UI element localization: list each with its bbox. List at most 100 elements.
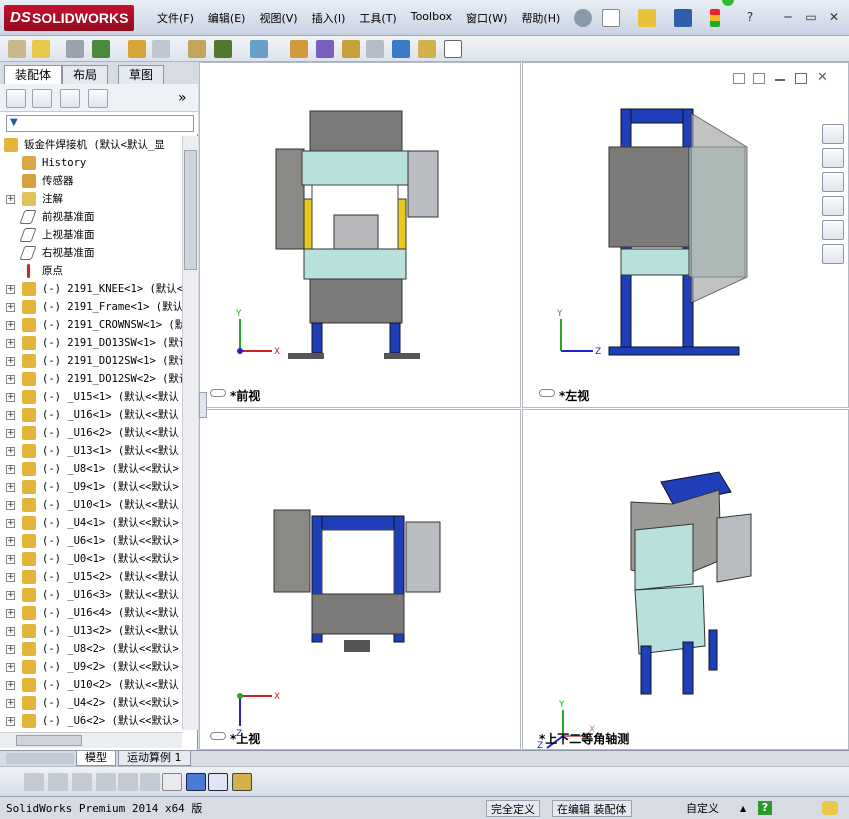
tab-model[interactable]: 模型 — [76, 751, 116, 766]
expand-toggle-icon[interactable]: + — [6, 663, 15, 672]
tree-item[interactable]: + (-) _U15<2> (默认<<默认 — [0, 568, 182, 586]
tree-item[interactable]: + (-) _U6<2> (默认<<默认> — [0, 712, 182, 730]
open-folder-icon[interactable] — [638, 9, 656, 27]
expand-toggle-icon[interactable]: + — [6, 573, 15, 582]
tree-item[interactable]: + (-) 2191_DO13SW<1> (默认 — [0, 334, 182, 352]
hidden-lines-icon[interactable] — [48, 773, 68, 791]
expand-toggle-icon[interactable]: + — [6, 519, 15, 528]
expand-toggle-icon[interactable]: + — [6, 681, 15, 690]
tree-item[interactable]: 传感器 — [0, 172, 182, 190]
expand-toggle-icon[interactable]: + — [6, 447, 15, 456]
expand-toggle-icon[interactable]: + — [6, 465, 15, 474]
explode-line-icon[interactable] — [366, 40, 384, 58]
help-icon[interactable]: ? — [742, 10, 758, 24]
tree-item[interactable]: + (-) _U13<1> (默认<<默认 — [0, 442, 182, 460]
speedpak-icon[interactable] — [418, 40, 436, 58]
tree-item[interactable]: + (-) _U10<2> (默认<<默认 — [0, 676, 182, 694]
restore-button[interactable]: ▭ — [803, 10, 819, 24]
menu-file[interactable]: 文件(F) — [150, 8, 201, 28]
new-document-icon[interactable] — [602, 9, 620, 27]
tree-item[interactable]: + (-) _U10<1> (默认<<默认 — [0, 496, 182, 514]
wireframe-icon[interactable] — [24, 773, 44, 791]
new-motion-study-icon[interactable] — [290, 40, 308, 58]
view-palette-icon[interactable] — [822, 196, 844, 216]
tree-item[interactable]: + (-) 2191_Frame<1> (默认 — [0, 298, 182, 316]
quick-tips-icon[interactable]: ? — [758, 801, 772, 815]
tree-item[interactable]: + (-) _U6<1> (默认<<默认> — [0, 532, 182, 550]
menu-view[interactable]: 视图(V) — [252, 8, 304, 28]
minimize-button[interactable]: ─ — [780, 10, 796, 24]
axis-chart-icon[interactable] — [162, 773, 182, 791]
tab-assembly[interactable]: 装配体 — [4, 65, 63, 84]
tree-item[interactable]: 右视基准面 — [0, 244, 182, 262]
link-view-icon[interactable] — [539, 389, 555, 397]
tree-item[interactable]: + (-) _U16<2> (默认<<默认 — [0, 424, 182, 442]
tab-scroll-arrows[interactable] — [6, 753, 74, 764]
tree-item[interactable]: + (-) _U8<1> (默认<<默认> — [0, 460, 182, 478]
expand-toggle-icon[interactable]: + — [6, 285, 15, 294]
expand-toggle-icon[interactable]: + — [6, 411, 15, 420]
tree-item[interactable]: History — [0, 154, 182, 172]
solidworks-logo[interactable]: DS SOLIDWORKS — [4, 5, 134, 31]
assembly-component-icon[interactable] — [8, 40, 26, 58]
propertymanager-icon[interactable] — [32, 89, 52, 108]
expand-toggle-icon[interactable]: + — [6, 375, 15, 384]
design-library-icon[interactable] — [822, 148, 844, 168]
tree-item[interactable]: + (-) _U4<2> (默认<<默认> — [0, 694, 182, 712]
custom-properties-icon[interactable] — [822, 244, 844, 264]
expand-toggle-icon[interactable]: + — [6, 429, 15, 438]
expand-toggle-icon[interactable]: + — [6, 195, 15, 204]
expand-toggle-icon[interactable]: + — [6, 303, 15, 312]
expand-toggle-icon[interactable]: + — [6, 393, 15, 402]
tree-item[interactable]: 前视基准面 — [0, 208, 182, 226]
assembly-features-icon[interactable] — [214, 40, 232, 58]
rebuild-status-icon[interactable] — [822, 801, 838, 815]
expand-toggle-icon[interactable]: + — [6, 321, 15, 330]
tree-item[interactable]: + (-) _U16<3> (默认<<默认 — [0, 586, 182, 604]
smart-fastener-icon[interactable] — [128, 40, 146, 58]
list-icon[interactable] — [96, 773, 116, 791]
tree-item[interactable]: + (-) _U9<1> (默认<<默认> — [0, 478, 182, 496]
file-explorer-icon[interactable] — [822, 172, 844, 192]
link-view-icon[interactable] — [210, 732, 226, 740]
tab-sketch[interactable]: 草图 — [118, 65, 165, 84]
panel-collapse-handle[interactable] — [199, 392, 207, 418]
graphics-area[interactable]: X Y *前视 Z Y *左视 ✕ X Z *上视 X Y Z *上下二等角轴测 — [199, 62, 849, 750]
more-tabs-button[interactable]: » — [178, 90, 187, 106]
expand-toggle-icon[interactable]: + — [6, 591, 15, 600]
show-hidden-icon[interactable] — [188, 40, 206, 58]
tree-item[interactable]: 原点 — [0, 262, 182, 280]
instant3d-icon[interactable] — [392, 40, 410, 58]
menu-window[interactable]: 窗口(W) — [459, 8, 514, 28]
tree-vertical-scrollbar[interactable] — [182, 136, 198, 730]
mate-icon[interactable] — [66, 40, 84, 58]
viewport-front[interactable]: X Y *前视 — [199, 62, 521, 408]
tree-item[interactable]: + (-) _U8<2> (默认<<默认> — [0, 640, 182, 658]
expand-toggle-icon[interactable]: + — [6, 699, 15, 708]
tree-item[interactable]: + (-) 2191_DO12SW<2> (默认 — [0, 370, 182, 388]
tree-item[interactable]: + (-) _U0<1> (默认<<默认> — [0, 550, 182, 568]
menu-help[interactable]: 帮助(H) — [514, 8, 567, 28]
single-view-icon[interactable] — [186, 773, 206, 791]
menu-toolbox[interactable]: Toolbox — [404, 8, 459, 28]
shaded-icon[interactable] — [72, 773, 92, 791]
save-icon[interactable] — [674, 9, 692, 27]
tree-item[interactable]: 钣金件焊接机 (默认<默认_显 — [0, 136, 182, 154]
units-selector[interactable]: 自定义 — [682, 800, 723, 817]
units-up-arrow-icon[interactable]: ▲ — [736, 800, 750, 817]
menu-edit[interactable]: 编辑(E) — [201, 8, 253, 28]
pane-maximize-icon[interactable] — [795, 73, 807, 84]
viewport-left[interactable]: Z Y *左视 ✕ — [522, 62, 849, 408]
reference-geometry-icon[interactable] — [250, 40, 268, 58]
pane-tile-icon[interactable] — [733, 73, 745, 84]
expand-toggle-icon[interactable]: + — [6, 645, 15, 654]
tab-layout[interactable]: 布局 — [62, 65, 109, 84]
adjust-icon[interactable] — [140, 773, 160, 791]
linear-pattern-icon[interactable] — [92, 40, 110, 58]
exploded-view-icon[interactable] — [342, 40, 360, 58]
close-button[interactable]: ✕ — [826, 10, 842, 24]
displaymanager-icon[interactable] — [88, 89, 108, 108]
solidworks-resources-icon[interactable] — [822, 124, 844, 144]
pane-close-icon[interactable]: ✕ — [817, 70, 828, 85]
tree-item[interactable]: + (-) _U15<1> (默认<<默认 — [0, 388, 182, 406]
